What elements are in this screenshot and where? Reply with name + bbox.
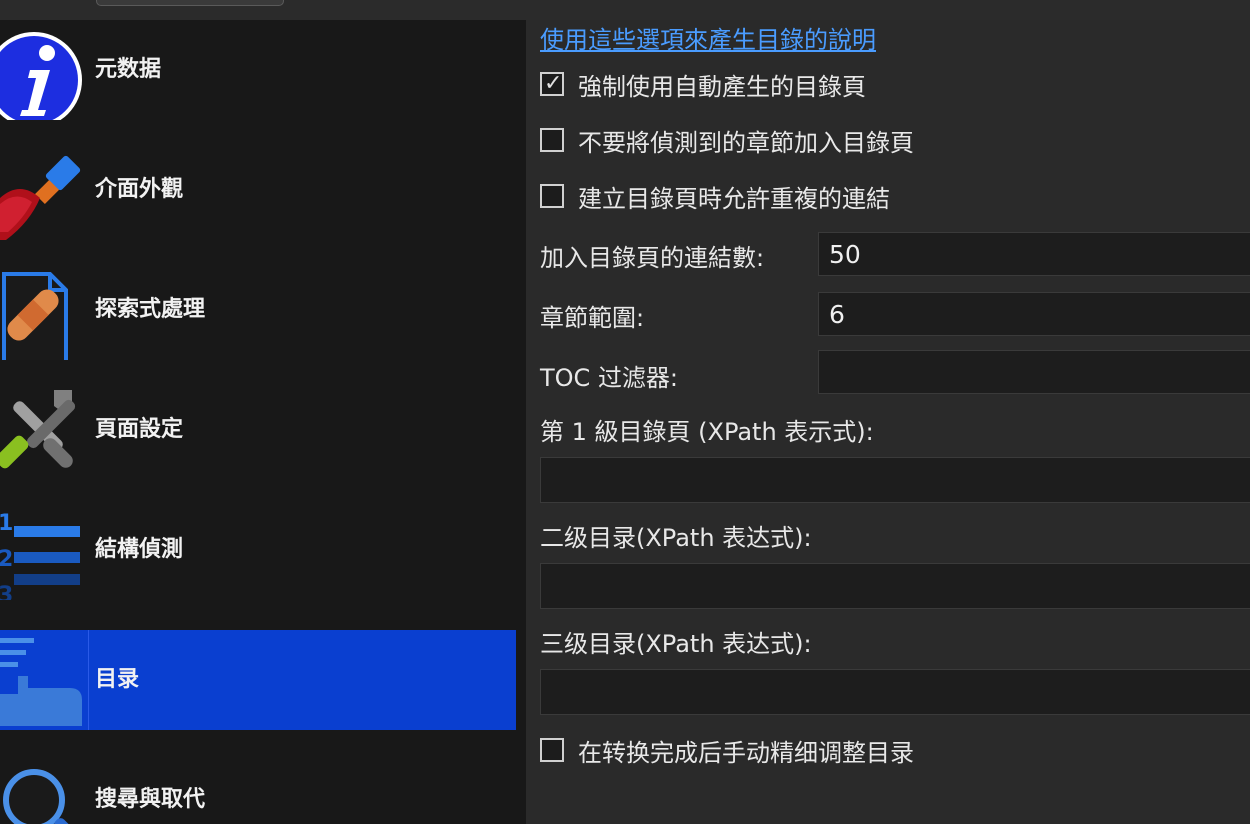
- force-auto-toc-row[interactable]: 強制使用自動產生的目錄頁: [540, 68, 866, 101]
- toc-hand-icon: [0, 630, 88, 730]
- level2-toc-input[interactable]: [540, 563, 1250, 609]
- level2-toc-label: 二级目录(XPath 表达式):: [540, 524, 812, 552]
- duplicate-links-row[interactable]: 建立目錄頁時允許重複的連結: [540, 180, 890, 213]
- svg-text:2: 2: [0, 547, 13, 572]
- svg-text:3: 3: [0, 583, 13, 600]
- sidebar-item-label: 元数据: [95, 57, 162, 82]
- sidebar-item-look-and-feel[interactable]: 介面外觀: [0, 140, 516, 240]
- numbered-list-icon: 1 2 3: [0, 500, 88, 600]
- no-chapters-in-toc-label: 不要將偵測到的章節加入目錄頁: [578, 128, 914, 157]
- chapter-threshold-input[interactable]: [818, 292, 1250, 336]
- toc-filter-input[interactable]: [818, 350, 1250, 394]
- sidebar-item-label: 介面外觀: [95, 177, 184, 202]
- duplicate-links-label: 建立目錄頁時允許重複的連結: [578, 184, 890, 213]
- top-toolbar: [0, 0, 1250, 20]
- tools-icon: [0, 380, 88, 480]
- toc-options-panel: 使用這些選項來產生目錄的說明 強制使用自動產生的目錄頁 不要將偵測到的章節加入目…: [526, 20, 1250, 824]
- manual-fine-tune-label: 在转换完成后手动精细调整目录: [578, 738, 914, 767]
- toc-filter-label: TOC 过滤器:: [540, 364, 679, 392]
- top-button[interactable]: [96, 0, 284, 6]
- magnifier-icon: [0, 750, 88, 824]
- bandage-document-icon: [0, 260, 88, 360]
- no-chapters-in-toc-checkbox[interactable]: [540, 128, 564, 152]
- chapter-threshold-label: 章節範圍:: [540, 304, 645, 332]
- sidebar-item-label: 結構偵測: [95, 537, 184, 562]
- manual-fine-tune-checkbox[interactable]: [540, 738, 564, 762]
- conversion-options-window: 元数据 介面外觀 探索式處理 頁面設定 1 2 3 結構偵測 目录 搜尋與取代 …: [0, 0, 1250, 824]
- level1-toc-label: 第 1 級目錄頁 (XPath 表示式):: [540, 418, 874, 446]
- paintbrush-icon: [0, 140, 88, 240]
- force-auto-toc-label: 強制使用自動產生的目錄頁: [578, 72, 866, 101]
- sidebar-item-table-of-contents[interactable]: 目录: [0, 630, 516, 730]
- sidebar-item-label: 頁面設定: [95, 417, 184, 442]
- sidebar-item-structure-detection[interactable]: 1 2 3 結構偵測: [0, 500, 516, 600]
- sidebar-item-label: 搜尋與取代: [95, 787, 206, 812]
- no-chapters-in-toc-row[interactable]: 不要將偵測到的章節加入目錄頁: [540, 124, 914, 157]
- max-links-label: 加入目錄頁的連結數:: [540, 244, 765, 272]
- sidebar-item-metadata[interactable]: 元数据: [0, 20, 516, 120]
- level1-toc-input[interactable]: [540, 457, 1250, 503]
- manual-fine-tune-row[interactable]: 在转换完成后手动精细调整目录: [540, 734, 914, 767]
- sidebar: 元数据 介面外觀 探索式處理 頁面設定 1 2 3 結構偵測 目录 搜尋與取代: [0, 20, 526, 824]
- help-link[interactable]: 使用這些選項來產生目錄的說明: [540, 20, 876, 55]
- info-icon: [0, 20, 88, 120]
- level3-toc-input[interactable]: [540, 669, 1250, 715]
- level3-toc-label: 三级目录(XPath 表达式):: [540, 630, 812, 658]
- max-links-input[interactable]: [818, 232, 1250, 276]
- sidebar-item-label: 探索式處理: [95, 297, 206, 322]
- svg-text:1: 1: [0, 511, 13, 536]
- sidebar-item-search-replace[interactable]: 搜尋與取代: [0, 750, 516, 824]
- force-auto-toc-checkbox[interactable]: [540, 71, 564, 96]
- sidebar-item-page-setup[interactable]: 頁面設定: [0, 380, 516, 480]
- duplicate-links-checkbox[interactable]: [540, 184, 564, 208]
- sidebar-item-heuristics[interactable]: 探索式處理: [0, 260, 516, 360]
- sidebar-item-label: 目录: [95, 667, 140, 692]
